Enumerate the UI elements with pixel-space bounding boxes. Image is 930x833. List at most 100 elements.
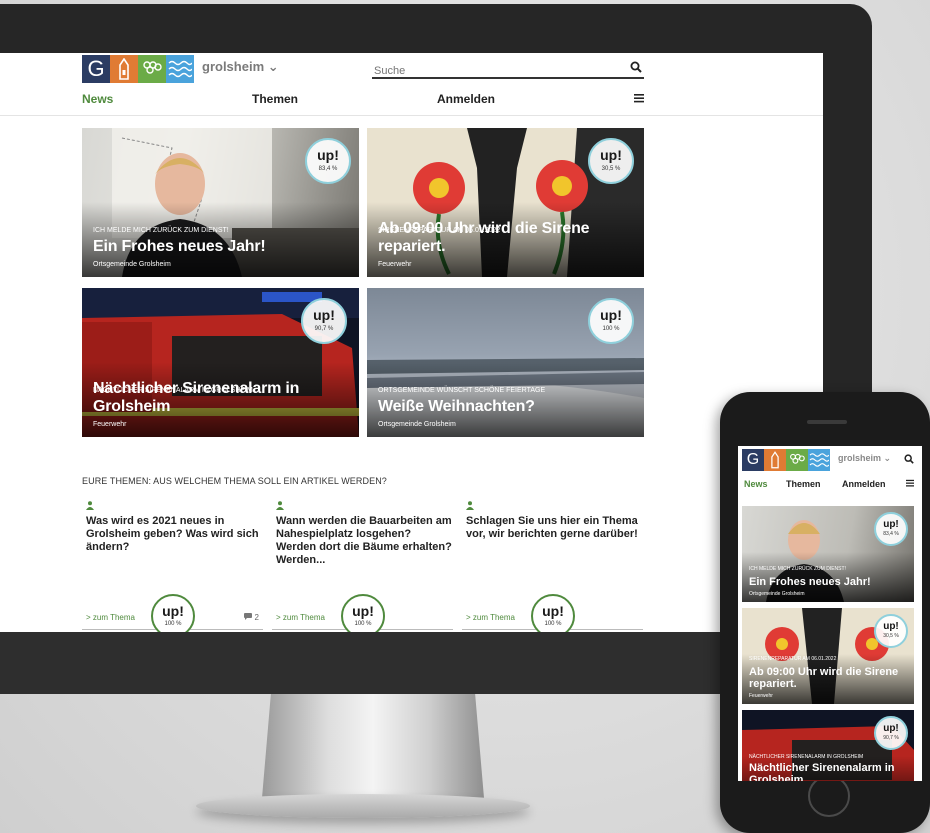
theme-link[interactable]: > zum Thema xyxy=(86,613,135,622)
upvote-badge[interactable]: up! 30,5 % xyxy=(874,614,908,648)
article-source: Feuerwehr xyxy=(749,693,773,699)
article-source: Ortsgemeinde Grolsheim xyxy=(378,421,456,428)
upvote-badge[interactable]: up! 83,4 % xyxy=(874,512,908,546)
monitor-stand-foot xyxy=(196,794,530,818)
badge-percent: 30,5 % xyxy=(883,633,899,639)
badge-percent: 30,5 % xyxy=(601,166,621,172)
church-icon xyxy=(110,55,138,83)
waves-icon xyxy=(166,55,194,83)
article-kicker: Ich melde mich zurück zum Dienst! xyxy=(93,227,229,234)
themes-heading: EURE THEMEN: AUS WELCHEM THEMA SOLL EIN … xyxy=(82,476,387,486)
badge-label: up! xyxy=(317,147,339,163)
phone-speaker xyxy=(807,420,847,424)
article-source: Feuerwehr xyxy=(93,421,127,428)
upvote-badge[interactable]: up! 100 % xyxy=(588,298,634,344)
theme-question[interactable]: Was wird es 2021 neues in Grolsheim gebe… xyxy=(86,515,262,554)
article-title[interactable]: Nächtlicher Sirenenalarm in Grolsheim xyxy=(749,762,899,781)
badge-percent: 100 % xyxy=(544,621,562,627)
upvote-badge[interactable]: up! 90,7 % xyxy=(301,298,347,344)
search-icon[interactable] xyxy=(904,454,914,464)
nav-anmelden[interactable]: Anmelden xyxy=(842,479,886,489)
badge-percent: 83,4 % xyxy=(318,166,338,172)
article-source: Ortsgemeinde Grolsheim xyxy=(749,591,805,597)
badge-label: up! xyxy=(883,621,899,632)
nav-news[interactable]: News xyxy=(744,479,768,489)
article-card[interactable]: up! 90,7 % Nächtlicher Sirenenalarm in Gr… xyxy=(742,710,914,781)
nav-themen[interactable]: Themen xyxy=(252,92,298,106)
grapes-icon xyxy=(786,449,808,471)
article-card[interactable]: up! 30,5 % Sirenenreparatur am 06.01.2022… xyxy=(742,608,914,704)
menu-icon[interactable] xyxy=(634,92,644,106)
comment-count: 2 xyxy=(244,613,259,622)
badge-label: up! xyxy=(883,723,899,734)
article-card[interactable]: up! 90,7 % Nächtlicher Sirenenalarm in G… xyxy=(82,288,359,437)
theme-upvote-badge[interactable]: up! 100 % xyxy=(531,594,575,632)
search-icon[interactable] xyxy=(630,61,642,73)
article-source: Ortsgemeinde Grolsheim xyxy=(93,261,171,268)
badge-label: up! xyxy=(313,307,335,323)
badge-percent: 83,4 % xyxy=(883,531,899,537)
nav-themen[interactable]: Themen xyxy=(786,479,821,489)
grapes-icon xyxy=(138,55,166,83)
badge-label: up! xyxy=(883,519,899,530)
waves-icon xyxy=(808,449,830,471)
article-title[interactable]: Weiße Weihnachten? xyxy=(378,398,535,416)
phone-home-button[interactable] xyxy=(808,775,850,817)
mobile-screen: G grolsheim ⌄ News Themen Anmelden up! 83… xyxy=(738,446,922,781)
nav-news[interactable]: News xyxy=(82,92,113,106)
upvote-badge[interactable]: up! 90,7 % xyxy=(874,716,908,750)
theme-upvote-badge[interactable]: up! 100 % xyxy=(341,594,385,632)
badge-label: up! xyxy=(600,147,622,163)
comment-count-value: 2 xyxy=(254,613,259,622)
person-icon xyxy=(86,501,94,510)
article-card[interactable]: up! 83,4 % Ich melde mich zurück zum Dien… xyxy=(742,506,914,602)
article-source: Feuerwehr xyxy=(378,261,412,268)
badge-percent: 100 % xyxy=(602,326,620,332)
desktop-screen: G grolsheim ⌄ News Themen Anmelden xyxy=(0,53,823,632)
theme-link[interactable]: > zum Thema xyxy=(276,613,325,622)
person-icon xyxy=(276,501,284,510)
article-title[interactable]: Nächtlicher Sirenenalarm in Grolsheim xyxy=(93,380,359,416)
theme-link[interactable]: > zum Thema xyxy=(466,613,515,622)
search-bar xyxy=(372,61,644,79)
badge-label: up! xyxy=(600,307,622,323)
nav-divider xyxy=(0,115,823,116)
upvote-badge[interactable]: up! 83,4 % xyxy=(305,138,351,184)
monitor-stand-neck xyxy=(262,694,484,798)
theme-question[interactable]: Schlagen Sie uns hier ein Thema vor, wir… xyxy=(466,515,642,541)
logo-letter: G xyxy=(82,55,110,83)
upvote-badge[interactable]: up! 30,5 % xyxy=(588,138,634,184)
badge-label: up! xyxy=(542,603,564,619)
article-title[interactable]: Ein Frohes neues Jahr! xyxy=(749,576,899,588)
badge-label: up! xyxy=(352,603,374,619)
article-card[interactable]: up! 100 % Ortsgemeinde wünscht schöne Fe… xyxy=(367,288,644,437)
article-kicker: Sirenenreparatur am 06.01.2022 xyxy=(749,656,837,662)
menu-icon[interactable] xyxy=(906,479,914,489)
church-icon xyxy=(764,449,786,471)
site-brand-dropdown[interactable]: grolsheim ⌄ xyxy=(838,453,891,464)
article-title[interactable]: Ab 09:00 Uhr wird die Sirene repariert. xyxy=(378,220,644,256)
article-title[interactable]: Ein Frohes neues Jahr! xyxy=(93,238,266,256)
article-kicker: Ich melde mich zurück zum Dienst! xyxy=(749,566,846,572)
site-brand-dropdown[interactable]: grolsheim ⌄ xyxy=(202,59,279,75)
badge-percent: 90,7 % xyxy=(883,735,899,741)
search-input[interactable] xyxy=(372,65,614,77)
main-nav: News Themen Anmelden xyxy=(82,92,644,110)
nav-anmelden[interactable]: Anmelden xyxy=(437,92,495,106)
article-card[interactable]: up! 83,4 % Ich melde mich zurück zum Die… xyxy=(82,128,359,277)
article-card[interactable]: up! 30,5 % Sirenenreparatur am 06.01.202… xyxy=(367,128,644,277)
article-kicker: Ortsgemeinde wünscht schöne Feiertage xyxy=(378,387,546,394)
site-logo[interactable]: G xyxy=(82,55,194,83)
logo-letter: G xyxy=(742,449,764,471)
badge-label: up! xyxy=(162,603,184,619)
comment-icon xyxy=(244,613,253,620)
theme-upvote-badge[interactable]: up! 100 % xyxy=(151,594,195,632)
theme-question[interactable]: Wann werden die Bauarbeiten am Nahespiel… xyxy=(276,515,452,567)
badge-percent: 90,7 % xyxy=(314,326,334,332)
badge-percent: 100 % xyxy=(164,621,182,627)
site-logo[interactable]: G xyxy=(742,449,830,471)
person-icon xyxy=(466,501,474,510)
badge-percent: 100 % xyxy=(354,621,372,627)
article-title[interactable]: Ab 09:00 Uhr wird die Sirene repariert. xyxy=(749,666,899,690)
article-kicker: Nächtlicher Sirenenalarm in Grolsheim xyxy=(749,754,864,760)
